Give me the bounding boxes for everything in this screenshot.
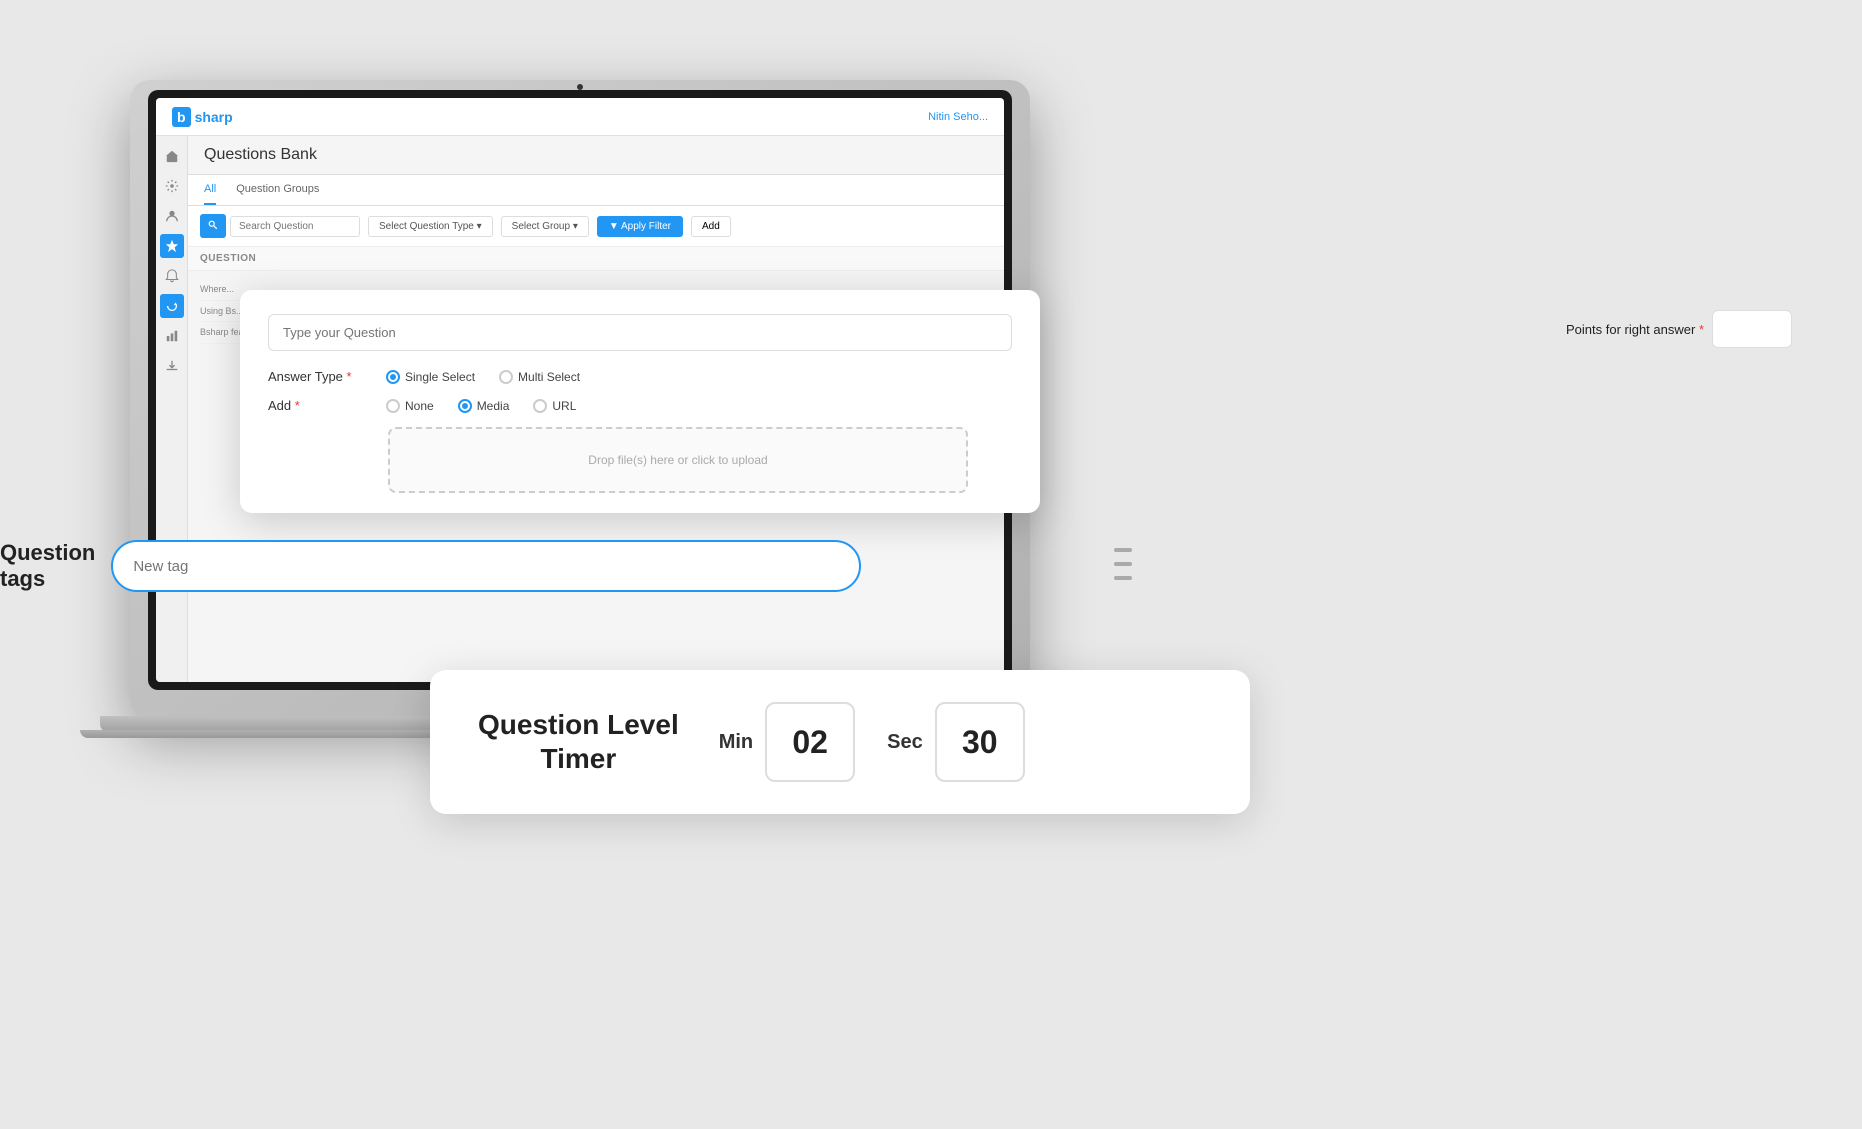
add-label: Add * xyxy=(268,398,378,413)
radio-none-label: None xyxy=(405,399,434,413)
radio-single-select-circle xyxy=(386,370,400,384)
radio-url-circle xyxy=(533,399,547,413)
tags-label: Question tags xyxy=(0,540,95,593)
timer-min-value[interactable]: 02 xyxy=(765,702,855,782)
add-options: None Media URL xyxy=(386,399,576,413)
header-user: Nitin Seho... xyxy=(928,111,988,123)
answer-type-row: Answer Type * Single Select Multi Select xyxy=(268,369,1012,384)
v-bar-3 xyxy=(1114,576,1132,580)
group-dropdown[interactable]: Select Group ▾ xyxy=(501,216,589,237)
sidebar-item-chart[interactable] xyxy=(160,324,184,348)
timer-min-field: Min 02 xyxy=(719,702,855,782)
radio-media-label: Media xyxy=(477,399,510,413)
timer-sec-field: Sec 30 xyxy=(887,702,1025,782)
brand-logo: b sharp xyxy=(172,107,233,127)
add-button[interactable]: Add xyxy=(691,216,731,237)
question-form-card: Answer Type * Single Select Multi Select… xyxy=(240,290,1040,513)
radio-url-label: URL xyxy=(552,399,576,413)
apply-filter-button[interactable]: ▼ Apply Filter xyxy=(597,216,683,237)
sidebar-item-home[interactable] xyxy=(160,144,184,168)
sidebar-item-settings[interactable] xyxy=(160,174,184,198)
radio-media-circle xyxy=(458,399,472,413)
page-title: Questions Bank xyxy=(204,146,317,163)
sidebar-item-star[interactable] xyxy=(160,234,184,258)
tags-input[interactable] xyxy=(111,540,861,592)
radio-none[interactable]: None xyxy=(386,399,434,413)
points-input[interactable] xyxy=(1712,310,1792,348)
sidebar-item-bell[interactable] xyxy=(160,264,184,288)
tabs-bar: All Question Groups xyxy=(188,175,1004,206)
page-title-bar: Questions Bank xyxy=(188,136,1004,175)
points-label: Points for right answer * xyxy=(1566,322,1704,337)
search-box xyxy=(200,214,360,238)
tab-question-groups[interactable]: Question Groups xyxy=(236,175,319,205)
timer-sec-value[interactable]: 30 xyxy=(935,702,1025,782)
radio-single-select[interactable]: Single Select xyxy=(386,370,475,384)
radio-multi-select-label: Multi Select xyxy=(518,370,580,384)
search-button[interactable] xyxy=(200,214,226,238)
filter-bar: Select Question Type ▾ Select Group ▾ ▼ … xyxy=(188,206,1004,247)
upload-area[interactable]: Drop file(s) here or click to upload xyxy=(388,427,968,493)
radio-single-select-label: Single Select xyxy=(405,370,475,384)
question-input[interactable] xyxy=(268,314,1012,351)
question-type-dropdown[interactable]: Select Question Type ▾ xyxy=(368,216,493,237)
answer-type-options: Single Select Multi Select xyxy=(386,370,580,384)
add-row: Add * None Media URL xyxy=(268,398,1012,413)
v-bar-2 xyxy=(1114,562,1132,566)
radio-url[interactable]: URL xyxy=(533,399,576,413)
brand-name: sharp xyxy=(195,109,233,125)
app-header: b sharp Nitin Seho... xyxy=(156,98,1004,136)
vertical-bars xyxy=(1114,548,1132,580)
timer-min-label: Min xyxy=(719,731,753,754)
timer-card: Question Level Timer Min 02 Sec 30 xyxy=(430,670,1250,814)
search-input[interactable] xyxy=(230,216,360,237)
points-field-container: Points for right answer * xyxy=(1566,310,1792,348)
radio-multi-select-circle xyxy=(499,370,513,384)
sidebar-item-download[interactable] xyxy=(160,354,184,378)
sidebar xyxy=(156,136,188,682)
upload-text: Drop file(s) here or click to upload xyxy=(588,453,767,467)
table-header: QUESTION xyxy=(188,247,1004,271)
radio-multi-select[interactable]: Multi Select xyxy=(499,370,580,384)
answer-type-label: Answer Type * xyxy=(268,369,378,384)
radio-media[interactable]: Media xyxy=(458,399,510,413)
timer-sec-label: Sec xyxy=(887,731,923,754)
sidebar-item-users[interactable] xyxy=(160,204,184,228)
tab-all[interactable]: All xyxy=(204,175,216,205)
radio-none-circle xyxy=(386,399,400,413)
sidebar-item-refresh[interactable] xyxy=(160,294,184,318)
timer-controls: Min 02 Sec 30 xyxy=(719,702,1025,782)
brand-b: b xyxy=(172,107,191,127)
timer-title: Question Level Timer xyxy=(478,708,679,775)
question-tags-card: Question tags xyxy=(0,540,861,593)
v-bar-1 xyxy=(1114,548,1132,552)
